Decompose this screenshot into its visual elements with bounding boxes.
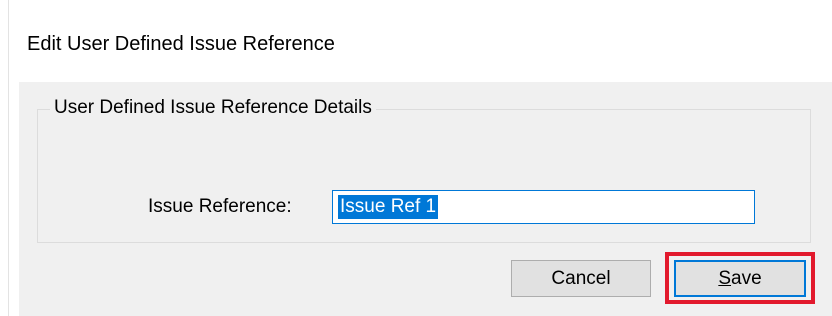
window-left-border [8, 0, 9, 316]
save-mnemonic: S [718, 268, 732, 289]
save-label-rest: ave [731, 268, 762, 289]
groupbox-legend: User Defined Issue Reference Details [50, 96, 376, 120]
issue-reference-input[interactable]: Issue Ref 1 [332, 190, 755, 224]
save-button[interactable]: Save [674, 260, 806, 297]
issue-reference-selected-text: Issue Ref 1 [338, 195, 439, 219]
details-groupbox: User Defined Issue Reference Details Iss… [37, 96, 811, 243]
edit-issue-reference-dialog: Edit User Defined Issue Reference User D… [0, 0, 832, 316]
cancel-button[interactable]: Cancel [511, 260, 651, 297]
dialog-title: Edit User Defined Issue Reference [27, 33, 335, 55]
issue-reference-label: Issue Reference: [148, 196, 292, 217]
dialog-body: User Defined Issue Reference Details Iss… [19, 82, 832, 316]
